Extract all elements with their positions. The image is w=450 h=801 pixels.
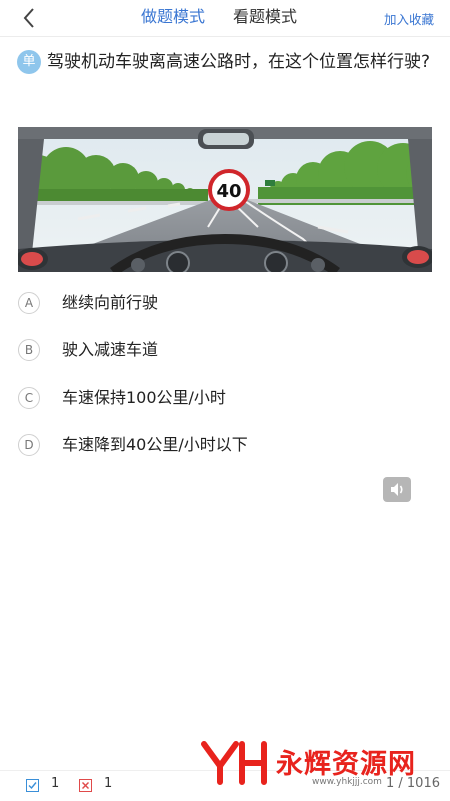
question-text-block: 单驾驶机动车驶离高速公路时，在这个位置怎样行驶? [17, 48, 435, 77]
speaker-icon [391, 483, 403, 496]
question-illustration: 40 [18, 127, 432, 272]
tab-practice-mode[interactable]: 做题模式 [141, 7, 205, 27]
option-a-letter: A [18, 292, 40, 314]
back-arrow-icon[interactable] [18, 6, 42, 30]
option-b[interactable]: B 驶入减速车道 [18, 337, 318, 365]
tab-review-mode[interactable]: 看题模式 [233, 7, 297, 27]
question-type-badge: 单 [17, 50, 41, 74]
option-c-text: 车速保持100公里/小时 [62, 388, 226, 407]
option-c[interactable]: C 车速保持100公里/小时 [18, 385, 318, 413]
wrong-count: 1 [104, 776, 113, 791]
watermark-url: www.yhkjjj.com [312, 777, 382, 787]
correct-count: 1 [51, 776, 60, 791]
speed-limit-sign: 40 [208, 169, 250, 211]
option-c-letter: C [18, 387, 40, 409]
option-b-text: 驶入减速车道 [62, 340, 159, 359]
svg-text:40: 40 [216, 181, 241, 202]
question-text: 驾驶机动车驶离高速公路时，在这个位置怎样行驶? [47, 52, 431, 72]
add-favorite-button[interactable]: 加入收藏 [384, 9, 434, 28]
option-a[interactable]: A 继续向前行驶 [18, 290, 318, 318]
wrong-count-icon [79, 779, 92, 792]
option-d-text: 车速降到40公里/小时以下 [62, 435, 248, 454]
option-b-letter: B [18, 339, 40, 361]
option-a-text: 继续向前行驶 [62, 293, 159, 312]
header-divider [0, 36, 450, 37]
watermark-brand: 永辉资源网 [276, 749, 416, 780]
correct-count-icon [26, 779, 39, 792]
option-d-letter: D [18, 434, 40, 456]
option-d[interactable]: D 车速降到40公里/小时以下 [18, 432, 318, 460]
watermark: 永辉资源网 www.yhkjjj.com [200, 738, 430, 788]
read-aloud-button[interactable] [383, 477, 411, 502]
watermark-logo-icon [201, 741, 267, 785]
top-bar: 做题模式 看题模式 加入收藏 [0, 0, 450, 36]
